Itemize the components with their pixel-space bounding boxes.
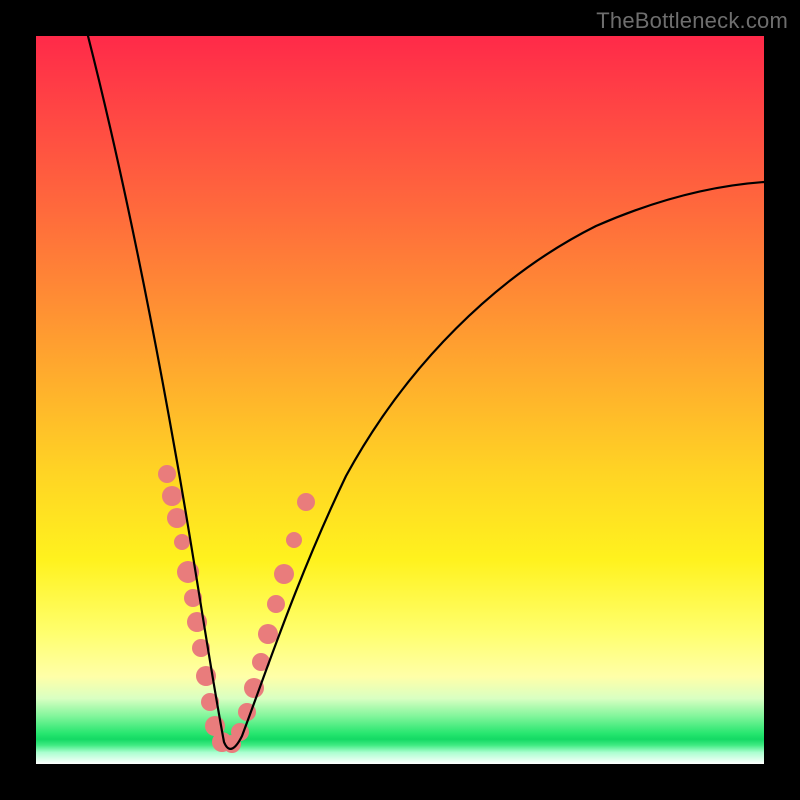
marker-cluster: [158, 465, 315, 753]
bottleneck-curve: [88, 36, 764, 749]
chart-frame: TheBottleneck.com: [0, 0, 800, 800]
plot-area: [36, 36, 764, 764]
watermark-text: TheBottleneck.com: [596, 8, 788, 34]
chart-svg: [36, 36, 764, 764]
